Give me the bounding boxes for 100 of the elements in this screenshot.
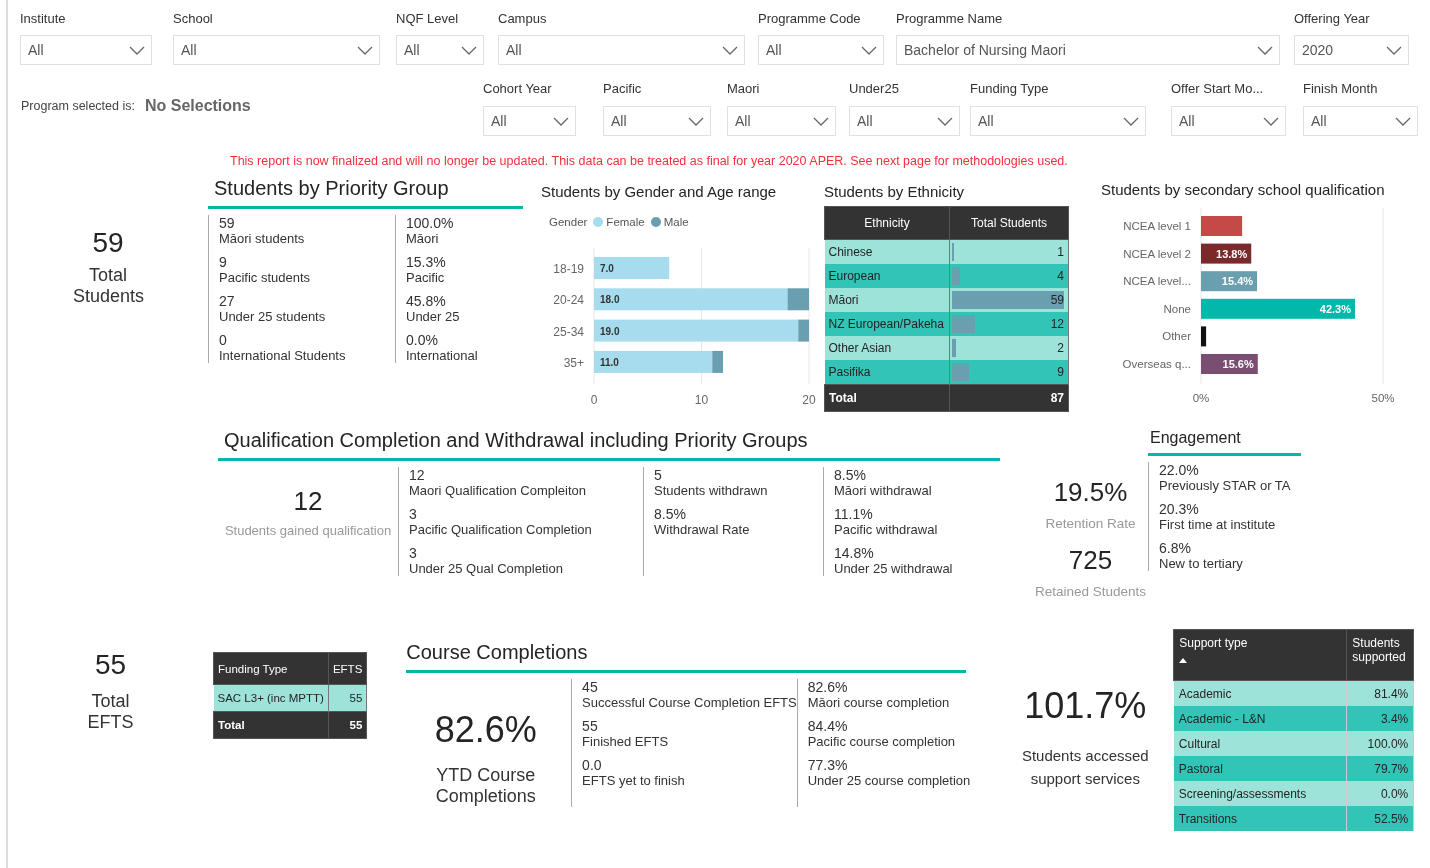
- metric-label: Pacific Qualification Completion: [409, 522, 593, 537]
- metric-value: 6.8%: [1159, 540, 1192, 556]
- table-cell: Academic: [1173, 680, 1347, 706]
- bar: [1201, 271, 1258, 292]
- kpi-label: YTD Course Completions: [434, 765, 537, 807]
- table-cell: NZ European/Pakeha: [824, 312, 950, 336]
- metric-label: Pacific students: [219, 270, 312, 285]
- metric-label: Under 25: [406, 309, 461, 324]
- metric-value: 8.5%: [654, 506, 687, 522]
- category-label: NCEA level 2: [1123, 247, 1191, 260]
- chevron-down-icon: [1257, 45, 1273, 55]
- filter-label: Cohort Year: [483, 81, 553, 96]
- kpi-label: Retained Students: [1034, 584, 1147, 599]
- metric-label: International Students: [219, 348, 347, 363]
- filter-label: Pacific: [603, 81, 643, 96]
- chart-title: Students by Gender and Age range: [541, 183, 778, 200]
- sort-ascending-icon[interactable]: [1179, 658, 1188, 663]
- dropdown[interactable]: All: [849, 106, 960, 136]
- metric-label: Successful Course Completion EFTS: [582, 695, 797, 710]
- chevron-down-icon: [1263, 116, 1279, 126]
- metric-value: 3: [409, 506, 418, 522]
- metric-value: 100.0%: [406, 215, 455, 231]
- column-header: Total Students: [949, 206, 1069, 240]
- filter-label: School: [173, 11, 214, 26]
- section-title: Qualification Completion and Withdrawal including Priority Groups: [223, 429, 809, 452]
- metric-label: Māori withdrawal: [834, 483, 933, 498]
- dropdown[interactable]: All: [603, 106, 711, 136]
- table-cell-text: 2: [1056, 341, 1064, 355]
- metric-label: First time at institute: [1159, 517, 1277, 532]
- metric-label: Finished EFTS: [582, 734, 670, 749]
- metric-value: 77.3%: [807, 757, 849, 773]
- filter-label: Funding Type: [970, 81, 1050, 96]
- metric-value: 5: [654, 467, 663, 483]
- metric-value: 11.1%: [834, 506, 874, 522]
- table-cell-text: 9: [1056, 365, 1064, 379]
- metric-label: Students withdrawn: [654, 483, 769, 498]
- table-cell: 52.5%: [1346, 806, 1414, 831]
- dropdown[interactable]: All: [758, 35, 884, 65]
- metric-label: Pacific: [406, 270, 446, 285]
- column-header: Ethnicity: [824, 206, 950, 240]
- dropdown[interactable]: All: [727, 106, 836, 136]
- dropdown[interactable]: All: [173, 35, 380, 65]
- kpi-value: 725: [1068, 545, 1113, 576]
- kpi-label: Students gained qualification: [224, 522, 392, 538]
- table-cell: Pastoral: [1173, 756, 1347, 781]
- table-cell: Pasifika: [824, 360, 950, 385]
- table-cell: Chinese: [824, 239, 950, 264]
- value-label: 11.0: [600, 356, 619, 368]
- dropdown[interactable]: All: [20, 35, 152, 65]
- column-header: Funding Type: [213, 652, 329, 685]
- filter-label: Institute: [20, 11, 67, 26]
- metric-value: 0.0: [582, 757, 603, 773]
- table-cell: Transitions: [1173, 806, 1347, 831]
- metric-value: 0.0%: [406, 332, 439, 348]
- section-title: Engagement: [1149, 429, 1242, 447]
- metric-value: 84.4%: [807, 718, 849, 734]
- metric-label: Māori: [406, 231, 440, 246]
- metric-value: 8.5%: [834, 467, 867, 483]
- bar: [1201, 216, 1243, 236]
- chart-title: Students by Ethnicity: [824, 183, 966, 200]
- table-cell-text: 59: [1049, 293, 1064, 307]
- dropdown[interactable]: All: [1303, 106, 1418, 136]
- tick-label: 0%: [1192, 392, 1210, 404]
- metric-label: Maori Qualification Compleiton: [409, 483, 588, 498]
- value-label: 19.0: [600, 325, 620, 337]
- dropdown[interactable]: All: [498, 35, 745, 65]
- table-cell: Cultural: [1173, 731, 1347, 756]
- table-cell: Māori: [824, 288, 950, 312]
- kpi-label: Total Students: [73, 265, 143, 307]
- value-label: 18.0: [600, 294, 620, 306]
- tick-label: 0: [590, 393, 598, 407]
- metric-label: Māori students: [219, 231, 306, 246]
- metric-value: 12: [409, 467, 426, 483]
- table-cell: Other Asian: [824, 336, 950, 360]
- metric-label: Under 25 course completion: [807, 773, 971, 788]
- metric-label: Previously STAR or TA: [1159, 478, 1292, 493]
- dropdown[interactable]: 2020: [1294, 35, 1409, 65]
- category-label: 20-24: [553, 293, 584, 308]
- chevron-down-icon: [1395, 116, 1411, 126]
- category-label: None: [1163, 302, 1191, 315]
- dropdown[interactable]: All: [1171, 106, 1286, 136]
- chevron-down-icon: [357, 45, 373, 55]
- value-label: 15.6%: [1222, 358, 1254, 370]
- metric-label: Māori course completion: [807, 695, 951, 710]
- kpi-label: Retention Rate: [1045, 516, 1136, 531]
- bar: [1201, 243, 1252, 264]
- program-selected-value: No Selections: [144, 97, 251, 115]
- filter-label: Maori: [727, 81, 761, 96]
- table-cell: Total: [824, 384, 950, 412]
- metric-value: 0: [219, 332, 228, 348]
- metric-label: International: [406, 348, 479, 363]
- chart-title: Students by secondary school qualification: [1101, 181, 1386, 198]
- dropdown[interactable]: All: [483, 106, 576, 136]
- dropdown[interactable]: All: [970, 106, 1146, 136]
- dropdown[interactable]: Bachelor of Nursing Maori: [896, 35, 1280, 65]
- kpi-value: 55: [94, 649, 127, 681]
- dropdown[interactable]: All: [396, 35, 484, 65]
- filter-label: NQF Level: [396, 11, 460, 26]
- table-cell: 87: [949, 384, 1069, 412]
- chevron-down-icon: [937, 116, 953, 126]
